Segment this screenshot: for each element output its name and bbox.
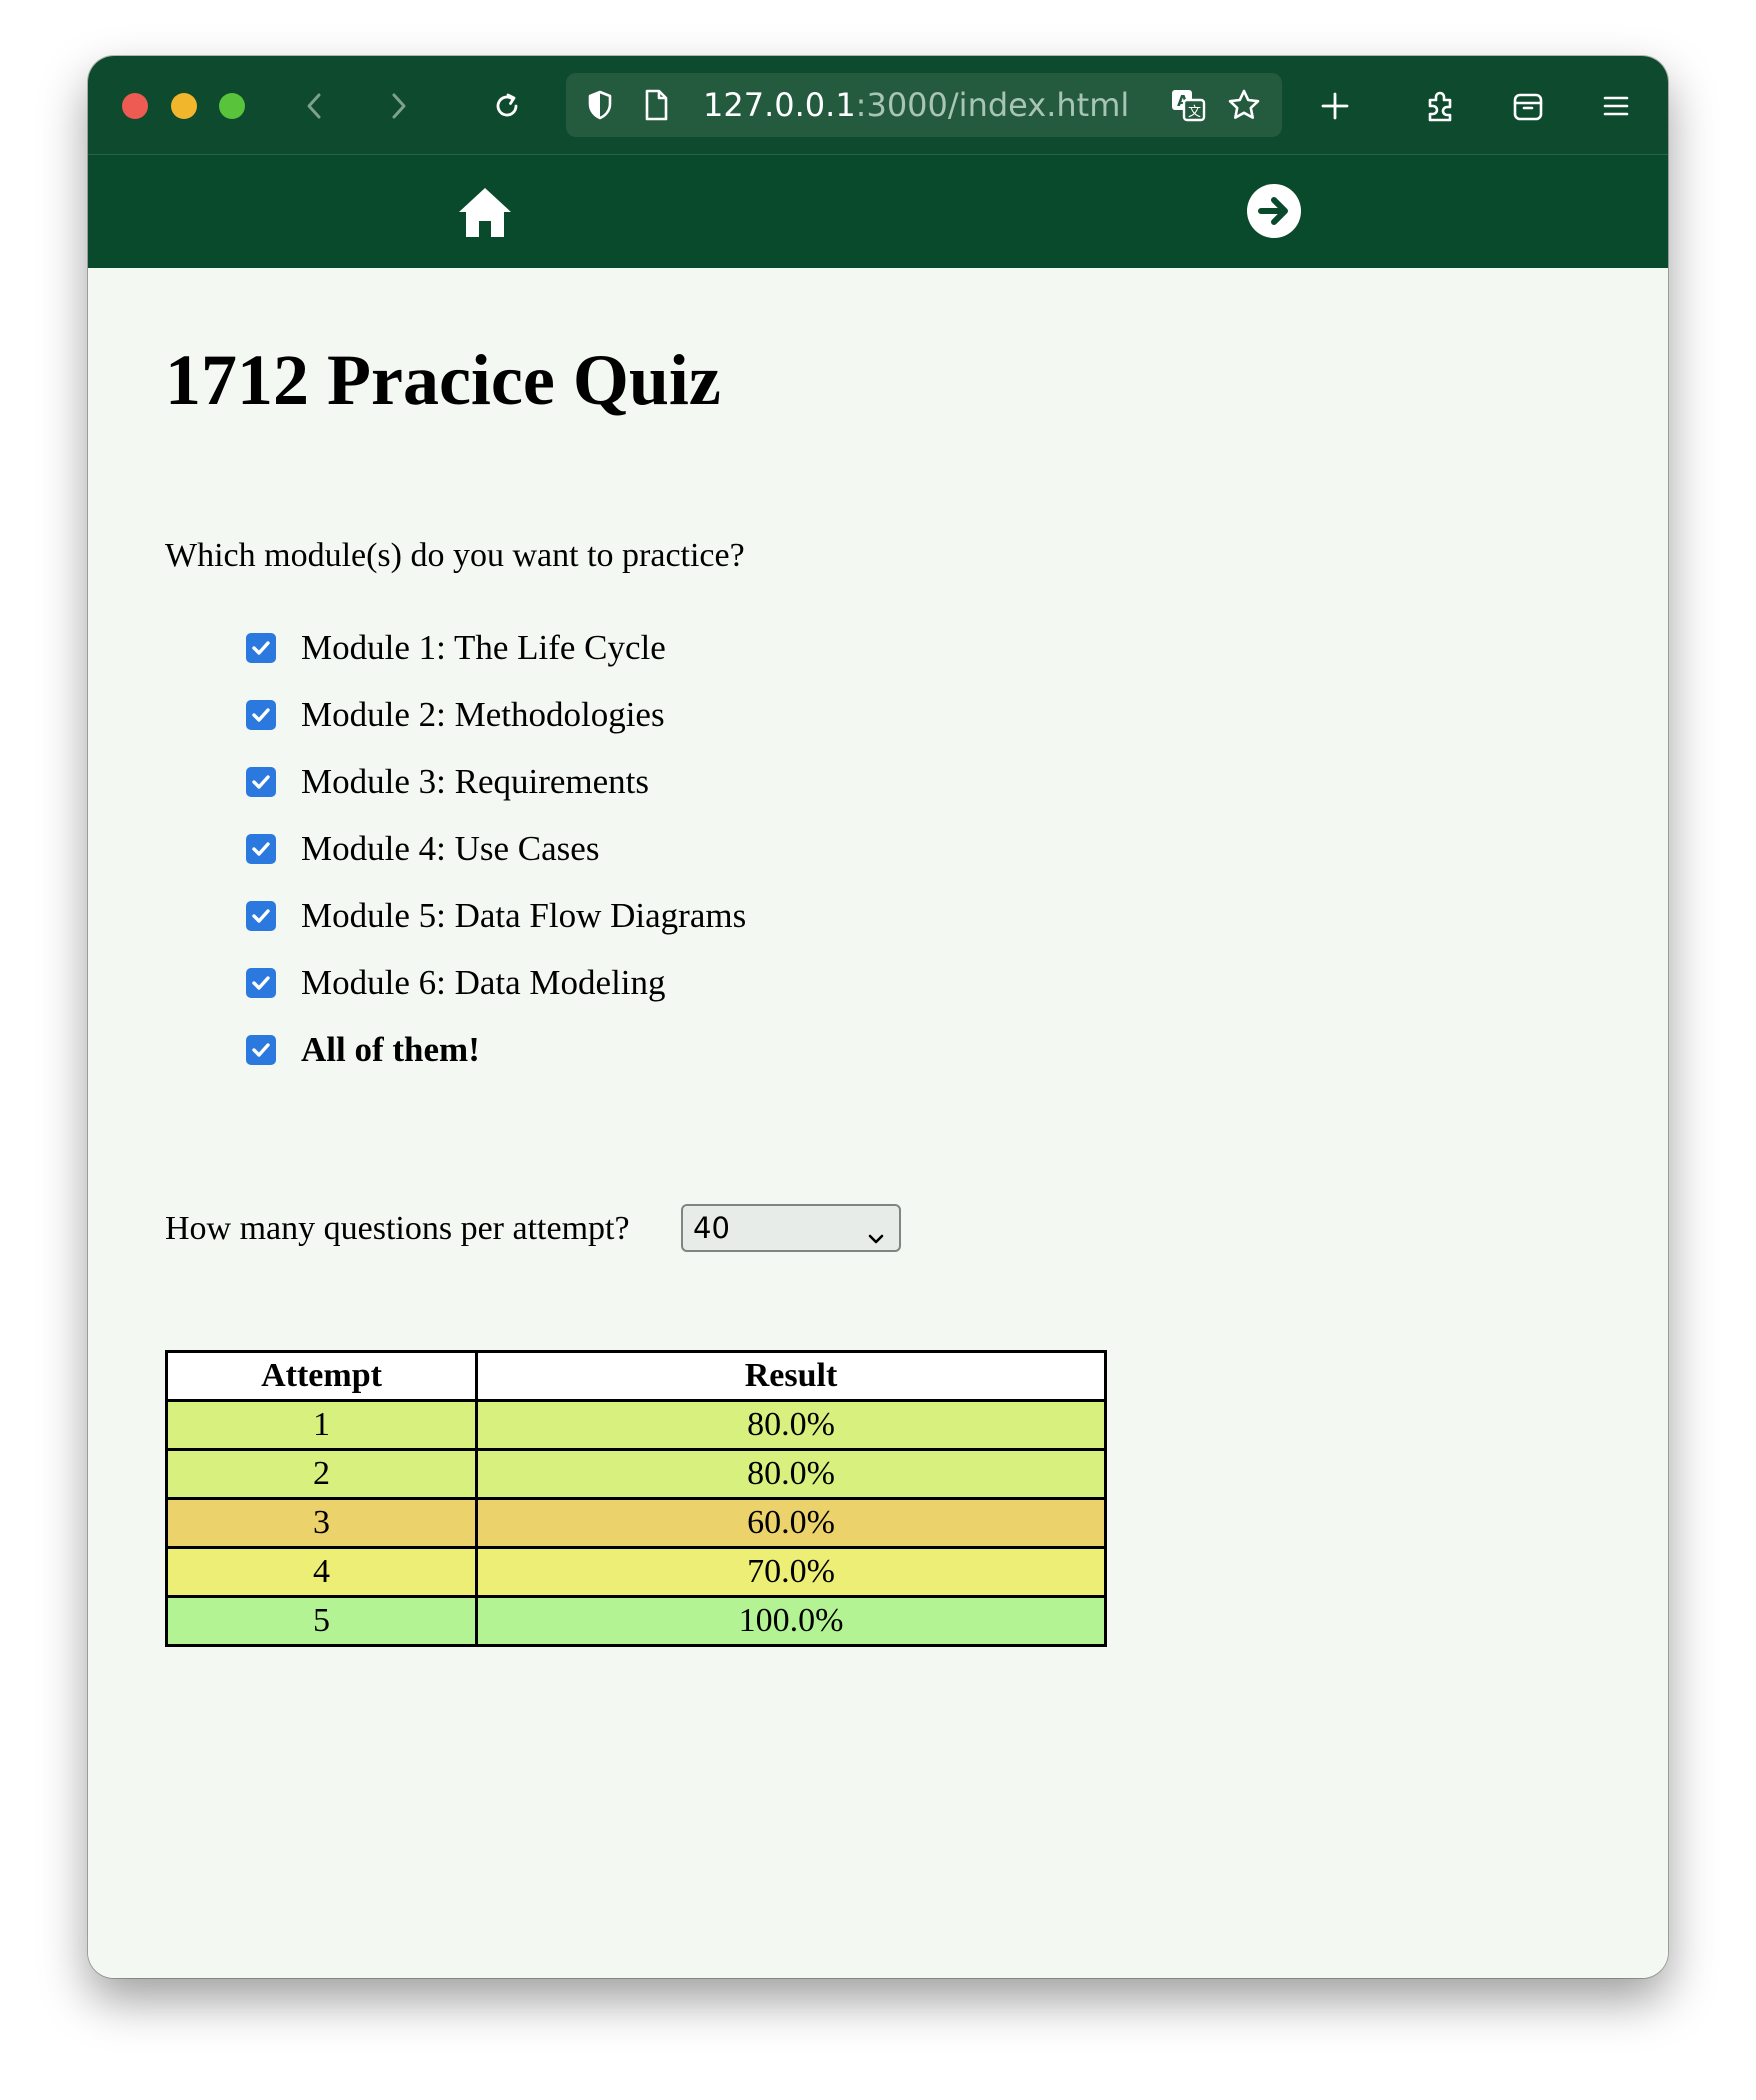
module-question: Which module(s) do you want to practice?: [165, 537, 745, 574]
module-option-label: All of them!: [301, 1029, 480, 1069]
checkbox-checked-icon[interactable]: [246, 632, 276, 663]
checkbox-checked-icon[interactable]: [246, 699, 276, 730]
extensions-icon[interactable]: [1418, 84, 1462, 128]
checkbox-checked-icon[interactable]: [246, 1034, 276, 1065]
home-icon[interactable]: [456, 183, 514, 241]
result-cell: 100.0%: [475, 1595, 1107, 1647]
module-option-6[interactable]: Module 6: Data Modeling: [246, 949, 746, 1016]
questions-per-attempt-label: How many questions per attempt?: [165, 1210, 630, 1247]
module-option-1[interactable]: Module 1: The Life Cycle: [246, 614, 746, 681]
menu-icon[interactable]: [1594, 84, 1638, 128]
module-option-3[interactable]: Module 3: Requirements: [246, 748, 746, 815]
url-text[interactable]: 127.0.0.1:3000/index.html: [703, 73, 1129, 137]
svg-text:文: 文: [1188, 105, 1201, 120]
result-cell: 60.0%: [475, 1497, 1107, 1549]
module-option-label: Module 5: Data Flow Diagrams: [301, 895, 747, 935]
module-option-label: Module 4: Use Cases: [301, 828, 600, 868]
result-cell: 80.0%: [475, 1399, 1107, 1451]
checkbox-checked-icon[interactable]: [246, 900, 276, 931]
column-header-result: Result: [475, 1350, 1107, 1402]
table-row: 5 100.0%: [165, 1595, 1107, 1647]
table-row: 4 70.0%: [165, 1546, 1107, 1598]
bookmark-star-icon[interactable]: [1222, 83, 1266, 127]
attempt-cell: 3: [165, 1497, 478, 1549]
reload-icon[interactable]: [485, 84, 529, 128]
module-checkbox-list: Module 1: The Life Cycle Module 2: Metho…: [246, 614, 746, 1083]
module-option-5[interactable]: Module 5: Data Flow Diagrams: [246, 882, 746, 949]
table-row: 2 80.0%: [165, 1448, 1107, 1500]
address-bar[interactable]: 127.0.0.1:3000/index.html A文: [566, 73, 1282, 137]
minimize-window-button[interactable]: [171, 93, 197, 119]
zoom-window-button[interactable]: [219, 93, 245, 119]
questions-per-attempt-select[interactable]: 40: [681, 1204, 901, 1252]
checkbox-checked-icon[interactable]: [246, 833, 276, 864]
module-option-2[interactable]: Module 2: Methodologies: [246, 681, 746, 748]
forward-icon[interactable]: [377, 84, 421, 128]
back-icon[interactable]: [292, 84, 336, 128]
module-option-label: Module 3: Requirements: [301, 761, 650, 801]
checkbox-checked-icon[interactable]: [246, 967, 276, 998]
attempt-cell: 1: [165, 1399, 478, 1451]
result-cell: 70.0%: [475, 1546, 1107, 1598]
close-window-button[interactable]: [122, 93, 148, 119]
browser-window: 127.0.0.1:3000/index.html A文 1712 Pracic…: [88, 56, 1668, 1978]
select-value: 40: [693, 1211, 730, 1245]
module-option-label: Module 6: Data Modeling: [301, 962, 666, 1002]
module-option-all[interactable]: All of them!: [246, 1016, 746, 1083]
module-option-4[interactable]: Module 4: Use Cases: [246, 815, 746, 882]
results-table-body: 1 80.0% 2 80.0% 3 60.0% 4 70.0% 5 100.0%: [165, 1399, 1107, 1647]
table-header-row: Attempt Result: [165, 1350, 1107, 1402]
column-header-attempt: Attempt: [165, 1350, 478, 1402]
attempt-cell: 4: [165, 1546, 478, 1598]
translate-icon[interactable]: A文: [1166, 83, 1210, 127]
page-content: 1712 Pracice Quiz Which module(s) do you…: [88, 268, 1668, 1978]
attempt-cell: 5: [165, 1595, 478, 1647]
checkbox-checked-icon[interactable]: [246, 766, 276, 797]
new-tab-icon[interactable]: [1313, 84, 1357, 128]
chevron-down-icon: [865, 1218, 887, 1262]
browser-toolbar: 127.0.0.1:3000/index.html A文: [88, 56, 1668, 155]
page-title: 1712 Pracice Quiz: [165, 340, 721, 420]
table-row: 3 60.0%: [165, 1497, 1107, 1549]
result-cell: 80.0%: [475, 1448, 1107, 1500]
container-tabs-icon[interactable]: [1506, 84, 1550, 128]
app-nav-bar: [88, 155, 1668, 268]
module-option-label: Module 2: Methodologies: [301, 694, 665, 734]
page-icon: [634, 83, 678, 127]
attempt-cell: 2: [165, 1448, 478, 1500]
next-arrow-icon[interactable]: [1245, 182, 1303, 240]
module-option-label: Module 1: The Life Cycle: [301, 627, 666, 667]
results-table: Attempt Result 1 80.0% 2 80.0% 3 60.0% 4 70.0% 5…: [165, 1350, 1107, 1647]
shield-icon[interactable]: [578, 83, 622, 127]
table-row: 1 80.0%: [165, 1399, 1107, 1451]
